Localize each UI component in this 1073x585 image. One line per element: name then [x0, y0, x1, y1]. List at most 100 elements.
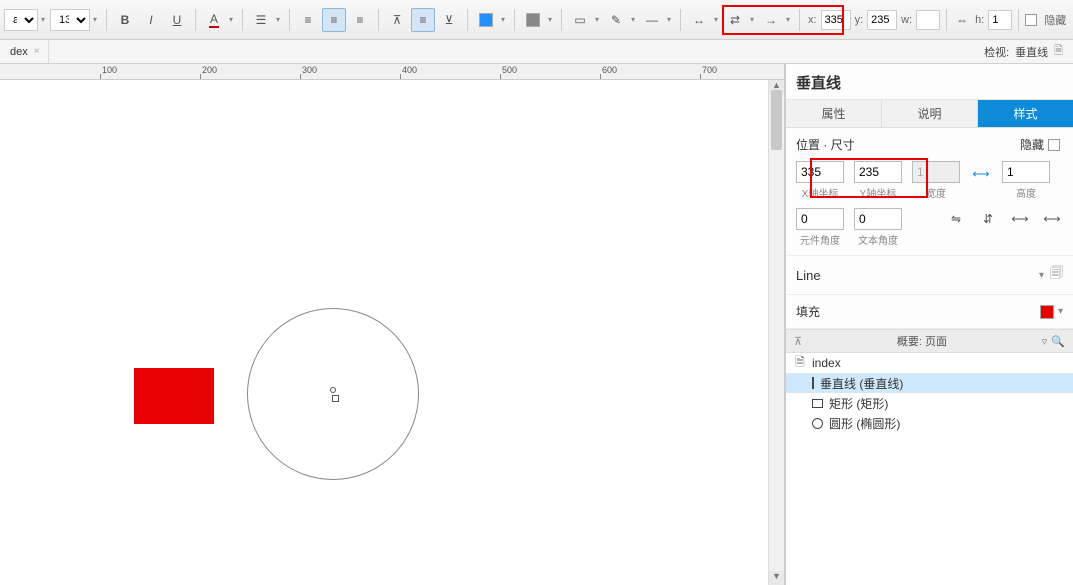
- y-input[interactable]: [867, 10, 897, 30]
- x-input[interactable]: [821, 10, 851, 30]
- font-size-select[interactable]: 13: [50, 9, 90, 31]
- flip-v-icon[interactable]: ⇵: [977, 208, 999, 230]
- outline-header: ⊼ 概要: 页面 ▿ 🔍: [786, 329, 1073, 353]
- ellipse-icon: [812, 418, 823, 429]
- arrow-start-button[interactable]: ↔: [687, 8, 711, 32]
- border-style-dd-icon[interactable]: ▾: [592, 8, 602, 32]
- align-left-button[interactable]: ≡: [296, 8, 320, 32]
- outline-item-label: 矩形 (矩形): [829, 395, 888, 412]
- line-copy-icon[interactable]: 🗐: [1050, 264, 1063, 286]
- text-color-dd-icon[interactable]: ▾: [226, 8, 236, 32]
- pos-y-input[interactable]: [854, 161, 902, 183]
- underline-button[interactable]: U: [165, 8, 189, 32]
- angle-element-sublabel: 元件角度: [800, 232, 840, 247]
- scroll-thumb[interactable]: [771, 90, 782, 150]
- arrow-mid-button[interactable]: ⇄: [723, 8, 747, 32]
- arrow-end-dd-icon[interactable]: ▾: [783, 8, 793, 32]
- text-color-button[interactable]: A: [202, 8, 226, 32]
- font-family-dd-icon[interactable]: ▾: [38, 8, 48, 32]
- hidden-checkbox[interactable]: [1025, 14, 1037, 26]
- angle-element-input[interactable]: [796, 208, 844, 230]
- vertical-scrollbar[interactable]: ▲ ▼: [768, 80, 784, 585]
- bullets-button[interactable]: ☰: [249, 8, 273, 32]
- page-tab-label: dex: [10, 46, 28, 58]
- pos-w-sublabel: 宽度: [926, 185, 946, 200]
- shape-ellipse[interactable]: [247, 308, 419, 480]
- line-pencil-button[interactable]: ✎: [604, 8, 628, 32]
- fill-swatch[interactable]: [1040, 305, 1054, 319]
- fill-label: 填充: [796, 303, 820, 320]
- inspector-panel: 垂直线 属性 说明 样式 位置 · 尺寸 隐藏 X轴坐标: [785, 64, 1073, 585]
- rect-icon: [812, 399, 823, 408]
- border-style-button[interactable]: ▭: [568, 8, 592, 32]
- font-size-dd-icon[interactable]: ▾: [90, 8, 100, 32]
- bullets-dd-icon[interactable]: ▾: [273, 8, 283, 32]
- outline-item-label: 垂直线 (垂直线): [820, 375, 903, 392]
- lock-aspect-icon[interactable]: ⇔: [953, 8, 971, 32]
- line-weight-button[interactable]: —: [640, 8, 664, 32]
- section-fill: 填充 ▾: [786, 295, 1073, 329]
- italic-button[interactable]: I: [139, 8, 163, 32]
- tab-style[interactable]: 样式: [978, 100, 1073, 127]
- tab-properties[interactable]: 属性: [786, 100, 882, 127]
- line-options-dd-icon[interactable]: ▾: [1039, 270, 1044, 281]
- outline-filter-icon[interactable]: ▿: [1040, 335, 1050, 348]
- pos-size-label: 位置 · 尺寸: [796, 136, 855, 153]
- outline-item-rect[interactable]: 矩形 (矩形): [786, 393, 1073, 413]
- fill-color-button[interactable]: [474, 8, 498, 32]
- inspector-header-prefix: 检视:: [984, 44, 1009, 60]
- outline-page-node[interactable]: 🗎 index: [786, 353, 1073, 373]
- h-input[interactable]: [988, 10, 1012, 30]
- w-input[interactable]: [916, 10, 940, 30]
- section-line: Line ▾ 🗐: [786, 256, 1073, 295]
- outline-pin-icon[interactable]: ⊼: [792, 335, 804, 348]
- line-weight-dd-icon[interactable]: ▾: [664, 8, 674, 32]
- pos-h-input[interactable]: [1002, 161, 1050, 183]
- angle-text-sublabel: 文本角度: [858, 232, 898, 247]
- pos-h-sublabel: 高度: [1016, 185, 1036, 200]
- valign-middle-button[interactable]: ≡: [411, 8, 435, 32]
- fit-width-icon[interactable]: ⟷: [1009, 208, 1031, 230]
- page-tab-index[interactable]: dex ×: [0, 40, 49, 63]
- arrow-end-button[interactable]: →: [759, 8, 783, 32]
- y-label: y:: [855, 14, 864, 26]
- selection-handle-square[interactable]: [332, 395, 339, 402]
- valign-bottom-button[interactable]: ⊻: [437, 8, 461, 32]
- line-pencil-dd-icon[interactable]: ▾: [628, 8, 638, 32]
- section-position-size: 位置 · 尺寸 隐藏 X轴坐标 Y轴坐标 宽度: [786, 128, 1073, 256]
- tab-notes[interactable]: 说明: [882, 100, 978, 127]
- outline-item-line[interactable]: 垂直线 (垂直线): [786, 373, 1073, 393]
- bold-button[interactable]: B: [113, 8, 137, 32]
- outline-page-label: index: [812, 356, 841, 370]
- lock-aspect-button[interactable]: ⟷: [970, 163, 992, 185]
- arrow-start-dd-icon[interactable]: ▾: [711, 8, 721, 32]
- align-center-button[interactable]: ≡: [322, 8, 346, 32]
- font-family-select[interactable]: al: [4, 9, 38, 31]
- fill-dd-icon[interactable]: ▾: [498, 8, 508, 32]
- document-tabbar: dex × 检视: 垂直线 🗎: [0, 40, 1073, 64]
- close-tab-icon[interactable]: ×: [34, 46, 40, 57]
- outline-title: 概要: 页面: [804, 333, 1040, 349]
- top-toolbar: al ▾ 13 ▾ B I U A ▾ ☰ ▾ ≡ ≡ ≡ ⊼ ≡ ⊻ ▾ ▾ …: [0, 0, 1073, 40]
- valign-top-button[interactable]: ⊼: [385, 8, 409, 32]
- x-label: x:: [808, 14, 817, 26]
- fit-height-icon[interactable]: ⟷: [1041, 208, 1063, 230]
- outline-item-ellipse[interactable]: 圆形 (椭圆形): [786, 413, 1073, 433]
- new-page-icon[interactable]: 🗎: [1054, 42, 1063, 61]
- ruler-horizontal: 100200300400500600700: [0, 64, 784, 80]
- pos-x-input[interactable]: [796, 161, 844, 183]
- scroll-down-icon[interactable]: ▼: [769, 571, 784, 585]
- fill-dd-icon[interactable]: ▾: [1058, 306, 1063, 317]
- shape-rectangle[interactable]: [134, 368, 214, 424]
- selection-handle-dot[interactable]: [330, 387, 336, 393]
- pos-w-input: [912, 161, 960, 183]
- arrow-mid-dd-icon[interactable]: ▾: [747, 8, 757, 32]
- line-color-button[interactable]: [521, 8, 545, 32]
- line-color-dd-icon[interactable]: ▾: [545, 8, 555, 32]
- pos-hidden-checkbox[interactable]: [1048, 139, 1060, 151]
- angle-text-input[interactable]: [854, 208, 902, 230]
- flip-h-icon[interactable]: ⇋: [945, 208, 967, 230]
- outline-search-icon[interactable]: 🔍: [1049, 335, 1067, 348]
- align-right-button[interactable]: ≡: [348, 8, 372, 32]
- canvas[interactable]: [0, 80, 768, 585]
